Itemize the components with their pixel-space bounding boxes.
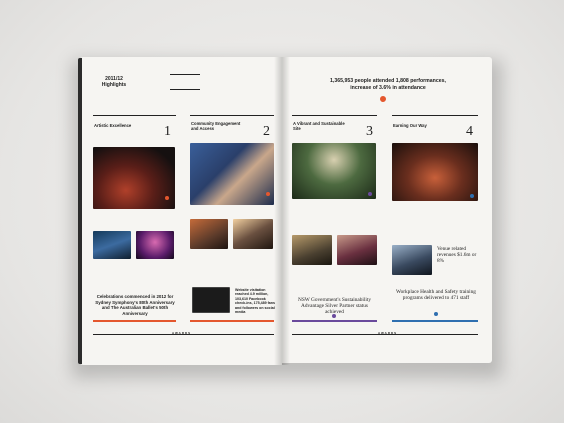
photo-marker-2 (266, 192, 270, 196)
stat-marker-dot (380, 96, 386, 102)
column-4-color-bar (392, 320, 478, 322)
column-2-color-bar (190, 320, 274, 322)
website-callout: Website visitation reached 4.9 million, … (235, 288, 275, 315)
site-photo-1 (292, 235, 332, 265)
restaurant-photo (392, 143, 478, 201)
workshop-photo-2 (233, 219, 273, 249)
column-1-color-bar (93, 320, 176, 322)
venue-revenue-callout: Venue related revenues $1.6m or 8% (437, 246, 477, 265)
column-2-title: Community Engagement and Access (191, 121, 241, 131)
attendance-stat-line-1: 1,365,953 people attended 1,808 performa… (330, 78, 446, 84)
highlights-rule-bottom (170, 89, 200, 90)
awards-label-right: AWARDS (378, 331, 398, 335)
awards-label-left: AWARDS (172, 331, 192, 335)
column-1-rule (93, 115, 176, 116)
column-4-number: 4 (466, 124, 473, 139)
students-photo (190, 143, 274, 205)
right-page (282, 57, 492, 363)
left-page (80, 57, 282, 365)
workplace-marker-dot (434, 312, 438, 316)
column-3-number: 3 (366, 124, 373, 139)
column-1-number: 1 (164, 124, 171, 139)
highlights-label: Highlights (101, 82, 127, 88)
celebrations-callout: Celebrations commenced in 2012 for Sydne… (95, 294, 175, 316)
column-1-title: Artistic Excellence (94, 123, 132, 128)
column-2-rule (190, 115, 274, 116)
photo-marker-3 (368, 192, 372, 196)
concert-hall-photo (93, 147, 175, 209)
column-4-rule (392, 115, 478, 116)
column-2-number: 2 (263, 124, 270, 139)
column-3-rule (292, 115, 377, 116)
nsw-sustainability-callout: NSW Government's Sustainability Advantag… (298, 297, 371, 316)
column-3-color-bar (292, 320, 377, 322)
column-3-title: A Vibrant and Sustainable Site (293, 121, 345, 131)
venue-photo (392, 245, 432, 275)
website-screenshot (192, 287, 230, 313)
attendance-stat: 1,365,953 people attended 1,808 performa… (318, 78, 458, 92)
attendance-stat-line-2: increase of 3.6% in attendance (350, 85, 426, 91)
book-cover-edge (78, 58, 82, 364)
photo-marker-1 (165, 196, 169, 200)
nsw-marker-dot (332, 314, 336, 318)
workshop-photo-1 (190, 219, 228, 249)
photo-marker-4 (470, 194, 474, 198)
stage-photo-2 (136, 231, 174, 259)
highlights-rule-top (170, 74, 200, 75)
column-4-title: Earning Our Way (393, 123, 427, 128)
stage-photo-1 (93, 231, 131, 259)
site-photo-2 (337, 235, 377, 265)
forecourt-photo (292, 143, 376, 199)
workplace-callout: Workplace Health and Safety training pro… (396, 289, 476, 302)
book-spine (274, 57, 290, 365)
highlights-heading: 2011/12 Highlights (92, 76, 136, 88)
